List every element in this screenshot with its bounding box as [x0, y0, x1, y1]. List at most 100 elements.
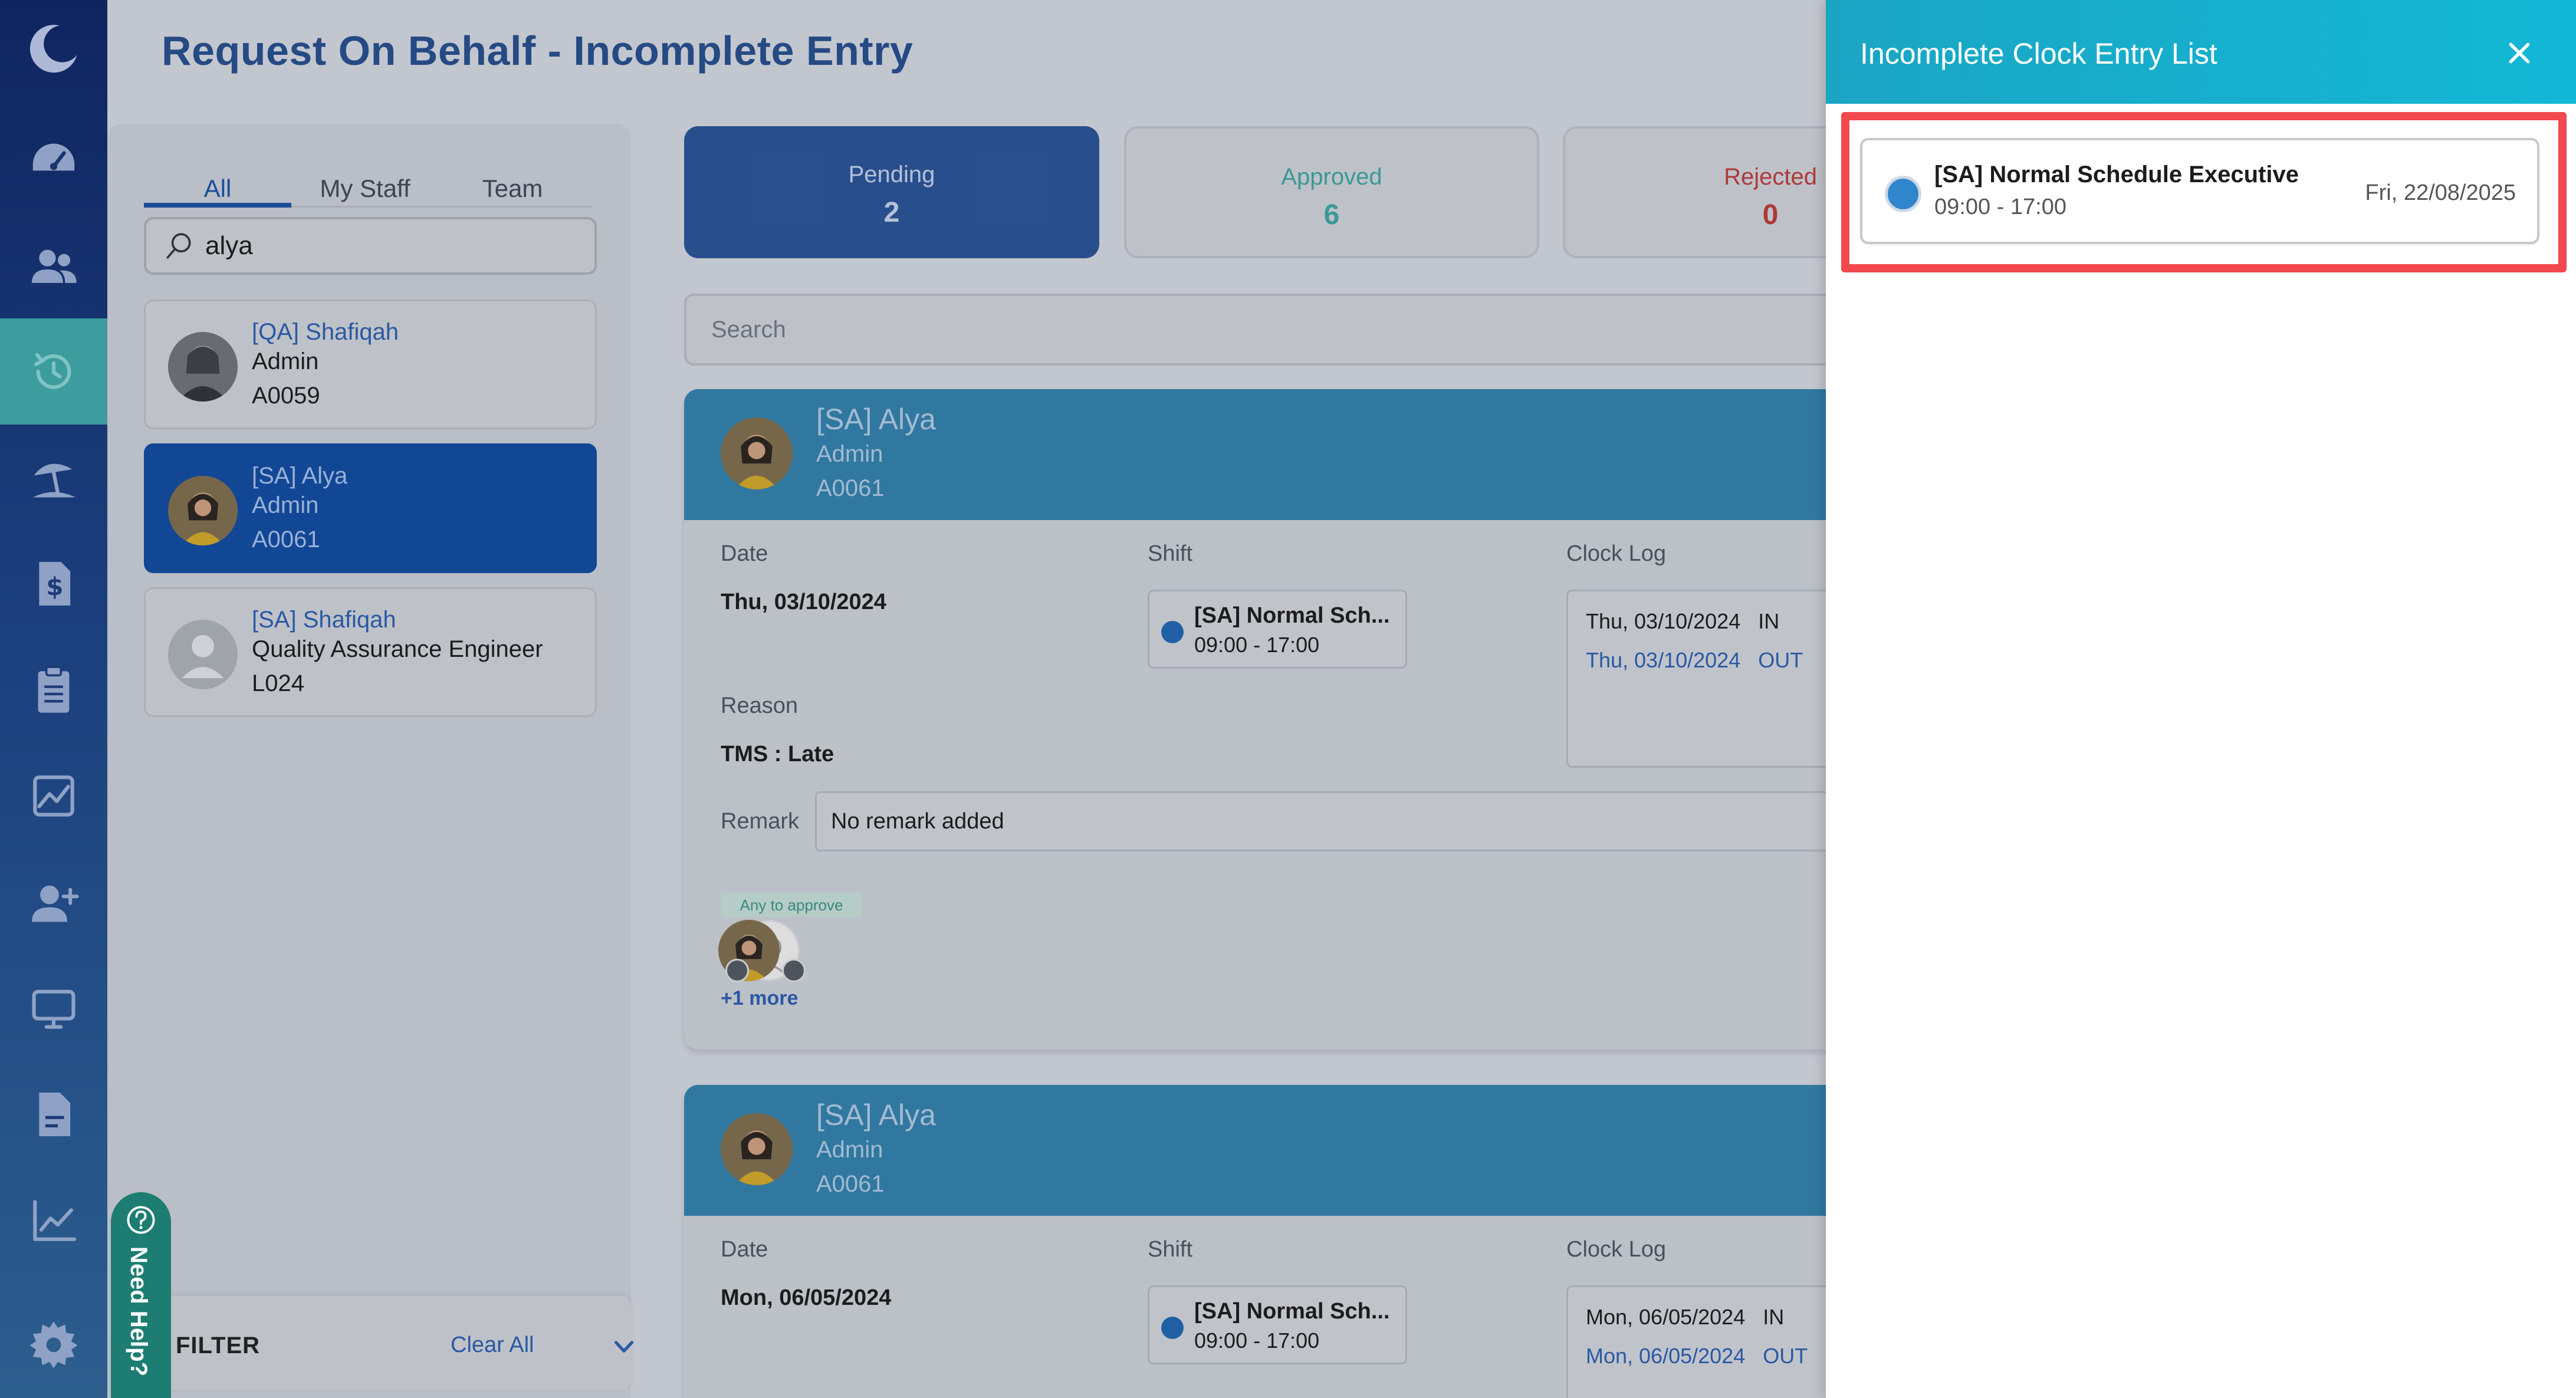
reason-label: Reason — [721, 693, 798, 718]
sidebar-item-settings[interactable] — [0, 1291, 107, 1397]
approved-label: Approved — [1281, 164, 1382, 190]
sidebar-item-documents[interactable] — [0, 1061, 107, 1167]
hourglass-icon — [782, 959, 806, 982]
clock-log-label: Clock Log — [1566, 1237, 1666, 1262]
entry-shift-time: 09:00 - 17:00 — [1934, 195, 2066, 219]
clock-history-icon — [34, 353, 71, 389]
sidebar-item-dashboard[interactable] — [0, 106, 107, 212]
drawer-header: Incomplete Clock Entry List — [1826, 0, 2576, 104]
document-icon — [39, 1093, 71, 1136]
approved-count: 6 — [1323, 199, 1340, 231]
staff-panel: All My Staff Team alya [QA] Shafiqah Adm… — [107, 124, 631, 1398]
requester-role: Admin — [816, 441, 883, 467]
clipboard-icon — [38, 666, 70, 713]
avatar — [721, 417, 793, 489]
add-user-icon — [32, 885, 79, 922]
monitor-icon — [32, 989, 75, 1029]
request-card[interactable]: [SA] Alya Admin A0061 Date Mon, 06/05/20… — [684, 1085, 1864, 1398]
incomplete-entry-drawer: Incomplete Clock Entry List [SA] Normal … — [1826, 0, 2576, 1398]
need-help-button[interactable]: Need Help? — [111, 1192, 171, 1398]
search-icon — [166, 233, 191, 259]
help-circle-icon — [127, 1206, 155, 1234]
staff-code: A0061 — [252, 527, 320, 552]
tab-my-staff[interactable]: My Staff — [291, 146, 439, 206]
close-icon[interactable] — [2503, 37, 2536, 70]
staff-tabs: All My Staff Team — [144, 146, 592, 208]
staff-role: Quality Assurance Engineer — [252, 636, 543, 662]
staff-role: Admin — [252, 348, 319, 374]
avatar — [721, 1113, 793, 1185]
dollar-document-icon: $ — [39, 562, 71, 606]
date-value: Thu, 03/10/2024 — [721, 590, 886, 614]
clock-in-tag: IN — [1763, 1305, 1785, 1329]
tab-approved[interactable]: Approved 6 — [1124, 126, 1539, 258]
clock-log-box: Mon, 06/05/2024 IN Mon, 06/05/2024 OUT — [1566, 1285, 1864, 1398]
staff-card-qa-shafiqah[interactable]: [QA] Shafiqah Admin A0059 — [144, 300, 597, 429]
staff-search-value: alya — [205, 231, 253, 260]
pending-label: Pending — [848, 162, 935, 188]
request-search-placeholder: Search — [711, 316, 786, 343]
clock-log-label: Clock Log — [1566, 541, 1666, 566]
requester-code: A0061 — [816, 1171, 885, 1197]
users-icon — [32, 249, 77, 283]
request-search-input[interactable]: Search — [684, 294, 1864, 366]
avatar — [168, 620, 238, 689]
svg-text:$: $ — [46, 572, 63, 601]
entry-shift-name: [SA] Normal Schedule Executive — [1934, 162, 2299, 188]
clock-log-box: Thu, 03/10/2024 IN Thu, 03/10/2024 OUT — [1566, 590, 1864, 768]
speedometer-icon — [32, 143, 75, 171]
request-card-header: [SA] Alya Admin A0061 — [684, 1085, 1864, 1216]
clock-out-row: Mon, 06/05/2024 OUT — [1586, 1344, 1808, 1369]
staff-card-sa-alya[interactable]: [SA] Alya Admin A0061 — [144, 443, 597, 573]
sidebar-item-attendance[interactable] — [0, 318, 107, 425]
sidebar-item-leave[interactable] — [0, 425, 107, 531]
sidebar-item-recruitment[interactable] — [0, 849, 107, 955]
date-label: Date — [721, 541, 768, 566]
filter-bar[interactable]: FILTER Clear All — [149, 1296, 634, 1390]
staff-code: L024 — [252, 670, 304, 696]
requester-name: [SA] Alya — [816, 1098, 936, 1131]
request-card[interactable]: [SA] Alya Admin A0061 Date Thu, 03/10/20… — [684, 389, 1864, 1050]
staff-search-input[interactable]: alya — [144, 217, 597, 275]
shift-dot-icon — [1885, 176, 1921, 212]
staff-code: A0059 — [252, 383, 320, 409]
sidebar-item-reports[interactable] — [0, 1167, 107, 1274]
requester-name: [SA] Alya — [816, 403, 936, 436]
sidebar-item-staff[interactable] — [0, 212, 107, 318]
staff-name: [SA] Shafiqah — [252, 607, 396, 633]
entry-date: Fri, 22/08/2025 — [2365, 180, 2516, 205]
clock-in-date: Mon, 06/05/2024 — [1586, 1305, 1746, 1329]
clock-in-date: Thu, 03/10/2024 — [1586, 609, 1741, 633]
requester-role: Admin — [816, 1137, 883, 1163]
staff-name: [SA] Alya — [252, 463, 348, 489]
image-chart-icon — [33, 775, 74, 817]
pending-count: 2 — [883, 197, 900, 228]
tab-pending[interactable]: Pending 2 — [684, 126, 1099, 258]
clock-out-date: Thu, 03/10/2024 — [1586, 648, 1741, 672]
sidebar-item-tasks[interactable] — [0, 637, 107, 743]
drawer-body: [SA] Normal Schedule Executive 09:00 - 1… — [1826, 104, 2576, 1398]
shift-name: [SA] Normal Sch... — [1194, 1299, 1390, 1324]
staff-card-sa-shafiqah[interactable]: [SA] Shafiqah Quality Assurance Engineer… — [144, 587, 597, 717]
shift-box: [SA] Normal Sch... 09:00 - 17:00 — [1148, 590, 1407, 669]
drawer-title: Incomplete Clock Entry List — [1860, 37, 2217, 70]
sidebar-item-claims[interactable]: $ — [0, 531, 107, 637]
incomplete-entry-item[interactable]: [SA] Normal Schedule Executive 09:00 - 1… — [1860, 138, 2539, 244]
request-card-header: [SA] Alya Admin A0061 — [684, 389, 1864, 520]
app-logo-icon[interactable] — [26, 21, 80, 75]
tab-all[interactable]: All — [144, 146, 291, 208]
hourglass-icon — [725, 959, 749, 982]
sidebar-item-training[interactable] — [0, 955, 107, 1061]
more-approvers-link[interactable]: +1 more — [721, 987, 798, 1010]
date-value: Mon, 06/05/2024 — [721, 1285, 892, 1310]
shift-box: [SA] Normal Sch... 09:00 - 17:00 — [1148, 1285, 1407, 1364]
chevron-down-icon[interactable] — [609, 1331, 639, 1362]
filter-label: FILTER — [176, 1333, 261, 1358]
clock-out-tag: OUT — [1758, 648, 1803, 672]
staff-role: Admin — [252, 492, 319, 518]
tab-team[interactable]: Team — [439, 146, 586, 206]
requester-code: A0061 — [816, 475, 885, 501]
line-chart-icon — [33, 1200, 77, 1241]
clear-all-button[interactable]: Clear All — [451, 1333, 534, 1358]
sidebar-item-performance[interactable] — [0, 743, 107, 849]
